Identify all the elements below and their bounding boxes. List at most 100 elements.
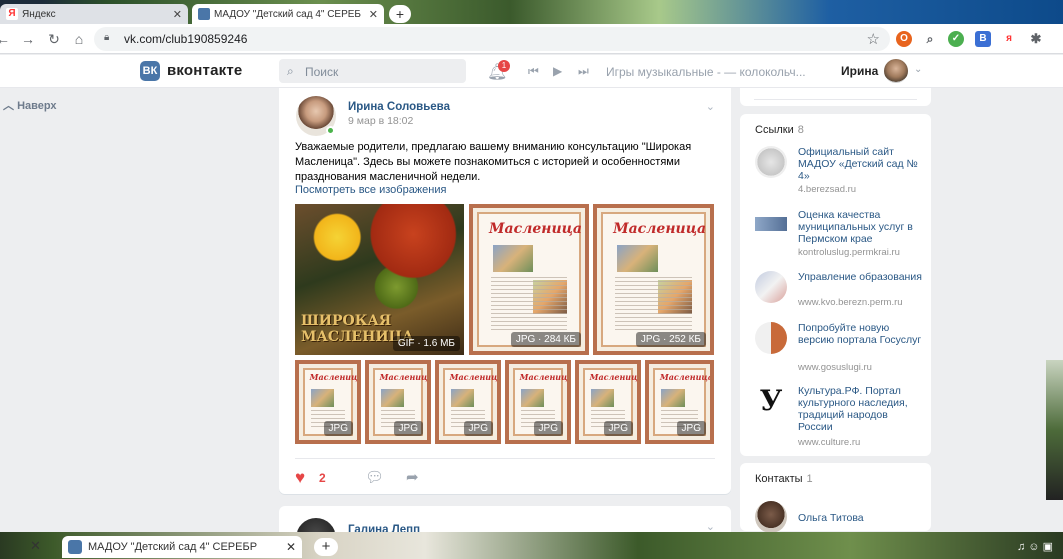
yandex-icon: Я [6, 8, 18, 20]
link-title[interactable]: Оценка качества муниципальных услуг в Пе… [798, 209, 923, 245]
back-icon[interactable]: ← [0, 30, 12, 48]
next-track-icon[interactable]: ⏭︎ [578, 64, 589, 79]
scroll-to-top-link[interactable]: ︿ Наверх [3, 97, 57, 113]
new-tab-button[interactable]: + [389, 5, 411, 23]
browser-tab-strip: Я Яндекс ✕ МАДОУ "Детский сад 4" СЕРЕБ ✕… [0, 0, 1063, 24]
post-image-thumb[interactable]: Масленица JPG [365, 360, 431, 444]
heart-icon[interactable]: ♥ [295, 468, 305, 488]
contacts-title-label: Контакты [755, 473, 803, 485]
image-heading: Масленица [309, 372, 361, 383]
contacts-count: 1 [806, 473, 813, 485]
contacts-title[interactable]: Контакты 1 [755, 473, 813, 485]
search-input[interactable]: ⌕ Поиск [279, 59, 466, 83]
links-title-label: Ссылки [755, 124, 794, 136]
link-title[interactable]: Попробуйте новую версию портала Госуслуг [798, 322, 923, 346]
chevron-down-icon[interactable]: ⌄ [914, 64, 922, 75]
forward-icon[interactable]: → [19, 30, 37, 48]
links-title[interactable]: Ссылки 8 [755, 124, 804, 136]
vk-icon [68, 540, 82, 554]
link-thumbnail [755, 322, 787, 354]
link-url: www.culture.ru [798, 437, 861, 448]
link-title[interactable]: Управление образования [798, 271, 923, 283]
ext-icon[interactable]: B [975, 31, 991, 47]
post-image-jpg[interactable]: Масленица JPG · 252 КБ [593, 204, 714, 355]
system-tray-icons[interactable]: ♫ ☺ ▣ [1017, 540, 1053, 553]
yandex-ext-icon[interactable]: я [1001, 31, 1017, 47]
post-image-gif[interactable]: ШИРОКАЯ МАСЛЕНИЦА GIF · 1.6 МБ [295, 204, 464, 355]
post-image-thumb[interactable]: Масленица JPG [645, 360, 714, 444]
link-url: 4.berezsad.ru [798, 184, 857, 195]
search-ext-icon[interactable]: ⌕ [922, 31, 938, 47]
comment-icon[interactable]: 💬︎ [365, 468, 384, 486]
url-field[interactable]: 🔒︎ vk.com/club190859246 ☆ [94, 27, 890, 51]
post-image-thumb[interactable]: Масленица JPG [575, 360, 641, 444]
vk-icon [198, 8, 210, 20]
file-size-badge: JPG · 252 КБ [635, 332, 706, 347]
home-icon[interactable]: ⌂ [70, 30, 88, 48]
post-image-thumb[interactable]: Масленица JPG [295, 360, 361, 444]
close-icon[interactable]: ✕ [30, 538, 41, 554]
image-heading: Масленица [449, 372, 501, 383]
address-bar: ← → ↻ ⌂ 🔒︎ vk.com/club190859246 ☆ O ⌕ ✓ … [0, 24, 1063, 54]
wall-post: Ирина Соловьева 9 мар в 18:02 ⌄ Уважаемы… [279, 88, 731, 494]
search-placeholder: Поиск [305, 65, 339, 79]
file-type-badge: JPG [533, 421, 563, 436]
now-playing-track[interactable]: Игры музыкальные - — колокольч... [606, 65, 806, 79]
like-count[interactable]: 2 [319, 471, 326, 485]
link-item[interactable]: У Культура.РФ. Портал культурного наслед… [755, 385, 925, 448]
taskbar-tab-vk[interactable]: МАДОУ "Детский сад 4" СЕРЕБР ✕ [62, 536, 302, 558]
close-icon[interactable]: ✕ [173, 8, 182, 21]
links-count: 8 [797, 124, 804, 136]
user-avatar[interactable] [884, 59, 908, 83]
show-all-images-link[interactable]: Посмотреть все изображения [295, 184, 446, 196]
link-item[interactable]: Официальный сайт МАДОУ «Детский сад № 4»… [755, 146, 925, 206]
author-avatar[interactable] [296, 96, 336, 136]
contact-name[interactable]: Ольга Титова [798, 512, 864, 524]
file-type-badge: JPG [676, 421, 706, 436]
image-heading: Масленица [379, 372, 431, 383]
contact-avatar[interactable] [755, 501, 787, 533]
contacts-block: Контакты 1 Ольга Титова [740, 463, 931, 533]
link-thumbnail [755, 146, 787, 178]
post-author[interactable]: Ирина Соловьева [348, 101, 450, 113]
image-heading: Масленица [589, 372, 641, 383]
image-heading: Масленица [489, 220, 582, 237]
browser-tab-vk[interactable]: МАДОУ "Детский сад 4" СЕРЕБ ✕ [192, 4, 384, 24]
link-url: www.gosuslugi.ru [798, 362, 872, 373]
prev-track-icon[interactable]: ⏮︎ [528, 64, 539, 79]
file-type-badge: JPG [323, 421, 353, 436]
url-text: vk.com/club190859246 [124, 32, 248, 46]
image-heading: Масленица [613, 220, 707, 237]
link-item[interactable]: Оценка качества муниципальных услуг в Пе… [755, 209, 925, 269]
reload-icon[interactable]: ↻ [45, 30, 63, 48]
check-ext-icon[interactable]: ✓ [948, 31, 964, 47]
post-date[interactable]: 9 мар в 18:02 [348, 115, 413, 127]
link-item[interactable]: Попробуйте новую версию портала Госуслуг… [755, 322, 925, 382]
link-title[interactable]: Культура.РФ. Портал культурного наследия… [798, 385, 923, 433]
file-type-badge: JPG [463, 421, 493, 436]
desktop-edge [1046, 360, 1063, 500]
post-image-jpg[interactable]: Масленица JPG · 284 КБ [469, 204, 589, 355]
share-icon[interactable]: ➦ [406, 468, 419, 486]
post-image-thumb[interactable]: Масленица JPG [435, 360, 501, 444]
lock-icon: 🔒︎ [104, 32, 110, 43]
user-name[interactable]: Ирина [841, 64, 878, 78]
tab-label: МАДОУ "Детский сад 4" СЕРЕБ [214, 8, 361, 20]
extensions-puzzle-icon[interactable]: ✱ [1028, 31, 1044, 47]
vk-brand[interactable]: вконтакте [167, 62, 242, 79]
sidebar-card-bottom [740, 88, 931, 106]
post-image-thumb[interactable]: Масленица JPG [505, 360, 571, 444]
post-actions: ♥ 2 💬︎ ➦ [295, 468, 715, 488]
play-icon[interactable]: ▶ [553, 64, 562, 78]
close-icon[interactable]: ✕ [286, 540, 296, 554]
close-icon[interactable]: ✕ [369, 8, 378, 21]
bookmark-star-icon[interactable]: ☆ [867, 30, 880, 48]
browser-tab-yandex[interactable]: Я Яндекс ✕ [0, 4, 188, 24]
ublock-icon[interactable]: O [896, 31, 912, 47]
links-block: Ссылки 8 Официальный сайт МАДОУ «Детский … [740, 114, 931, 456]
new-tab-button[interactable]: + [314, 538, 338, 556]
link-title[interactable]: Официальный сайт МАДОУ «Детский сад № 4» [798, 146, 923, 182]
vk-logo-icon[interactable]: ВК [140, 61, 160, 81]
back-label: Наверх [17, 100, 57, 112]
chevron-down-icon[interactable]: ⌄ [706, 100, 715, 113]
